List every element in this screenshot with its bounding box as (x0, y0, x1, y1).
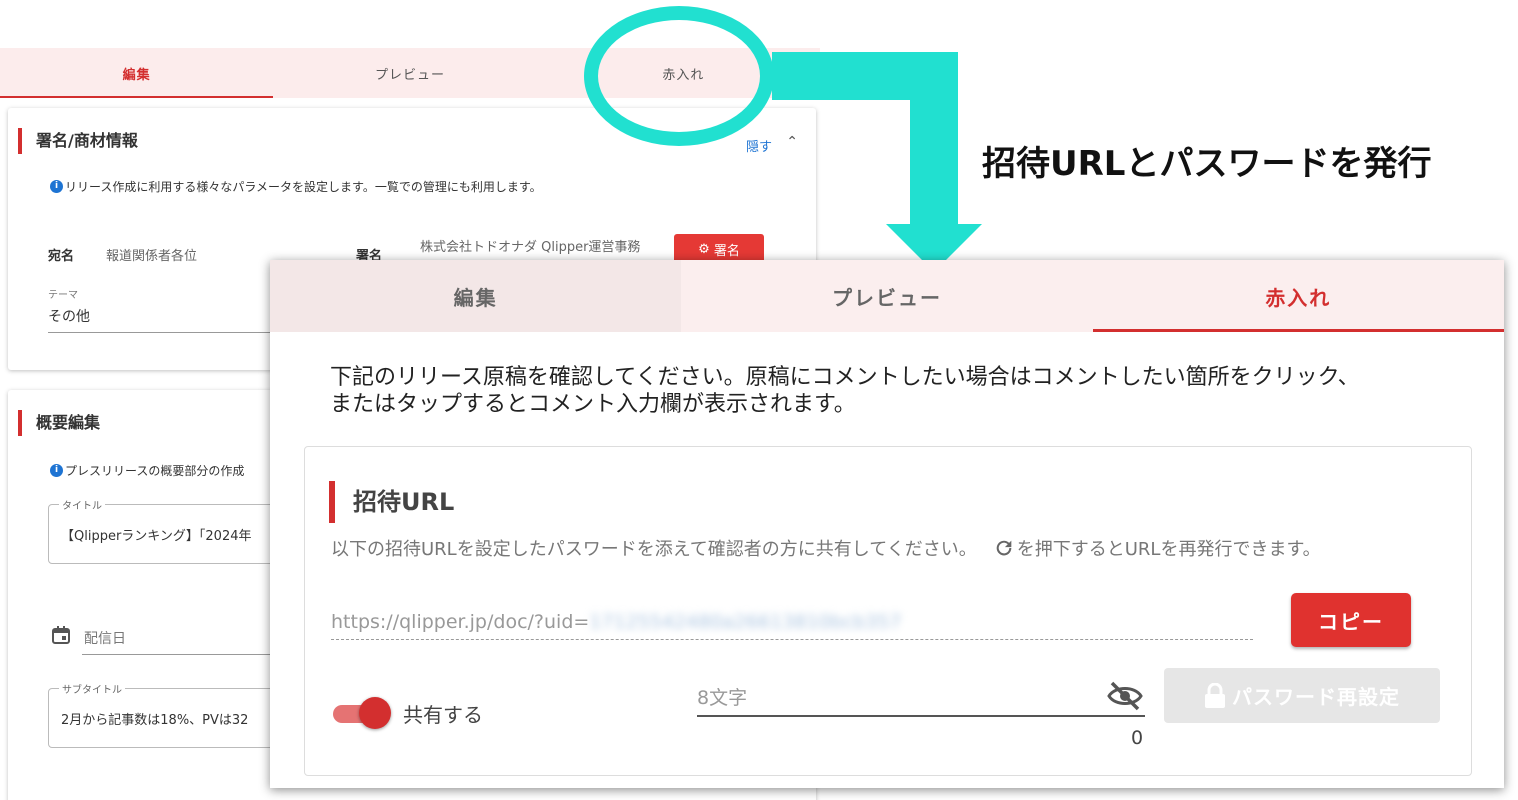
copy-button[interactable]: コピー (1291, 593, 1411, 647)
password-counter: 0 (1131, 727, 1144, 749)
toggle-knob (359, 697, 391, 729)
url-token-masked: 17125542480a26613810bcb357 (589, 611, 902, 633)
instruction-line-1: 下記のリリース原稿を確認してください。原稿にコメントしたい場合はコメントしたい箇… (330, 365, 1360, 390)
invite-url-card: 招待URL 以下の招待URLを設定したパスワードを添えて確認者の方に共有してくだ… (304, 446, 1472, 776)
annotation-headline: 招待URLとパスワードを発行 (982, 144, 1432, 184)
invite-description: 以下の招待URLを設定したパスワードを添えて確認者の方に共有してください。 を押… (331, 535, 1321, 561)
reset-password-button[interactable]: パスワード再設定 (1164, 668, 1440, 723)
tab-redline[interactable]: 赤入れ (1092, 260, 1505, 332)
url-prefix: https://qlipper.jp/doc/?uid= (331, 611, 590, 633)
invite-url-field[interactable]: https://qlipper.jp/doc/?uid= 17125542480… (331, 605, 1253, 640)
share-toggle-label: 共有する (403, 703, 483, 727)
tab-edit[interactable]: 編集 (270, 260, 682, 332)
lock-icon (1205, 682, 1225, 708)
password-input[interactable]: 8文字 (697, 677, 1145, 717)
password-placeholder: 8文字 (697, 687, 748, 709)
panel-tab-bar: 編集 プレビュー 赤入れ (270, 260, 1505, 332)
instruction-line-2: またはタップするとコメント入力欄が表示されます。 (330, 392, 856, 417)
instruction-text: 下記のリリース原稿を確認してください。原稿にコメントしたい場合はコメントしたい箇… (330, 364, 1470, 418)
invite-url-title: 招待URL (329, 481, 454, 523)
redline-panel: 編集 プレビュー 赤入れ 下記のリリース原稿を確認してください。原稿にコメントし… (270, 260, 1505, 788)
reset-password-label: パスワード再設定 (1232, 685, 1400, 709)
tab-preview[interactable]: プレビュー (681, 260, 1092, 332)
invite-desc-after: を押下するとURLを再発行できます。 (1016, 539, 1321, 560)
eye-off-icon[interactable] (1107, 681, 1143, 711)
share-toggle[interactable] (333, 697, 391, 729)
invite-desc-before: 以下の招待URLを設定したパスワードを添えて確認者の方に共有してください。 (331, 539, 977, 560)
refresh-icon (996, 540, 1012, 556)
